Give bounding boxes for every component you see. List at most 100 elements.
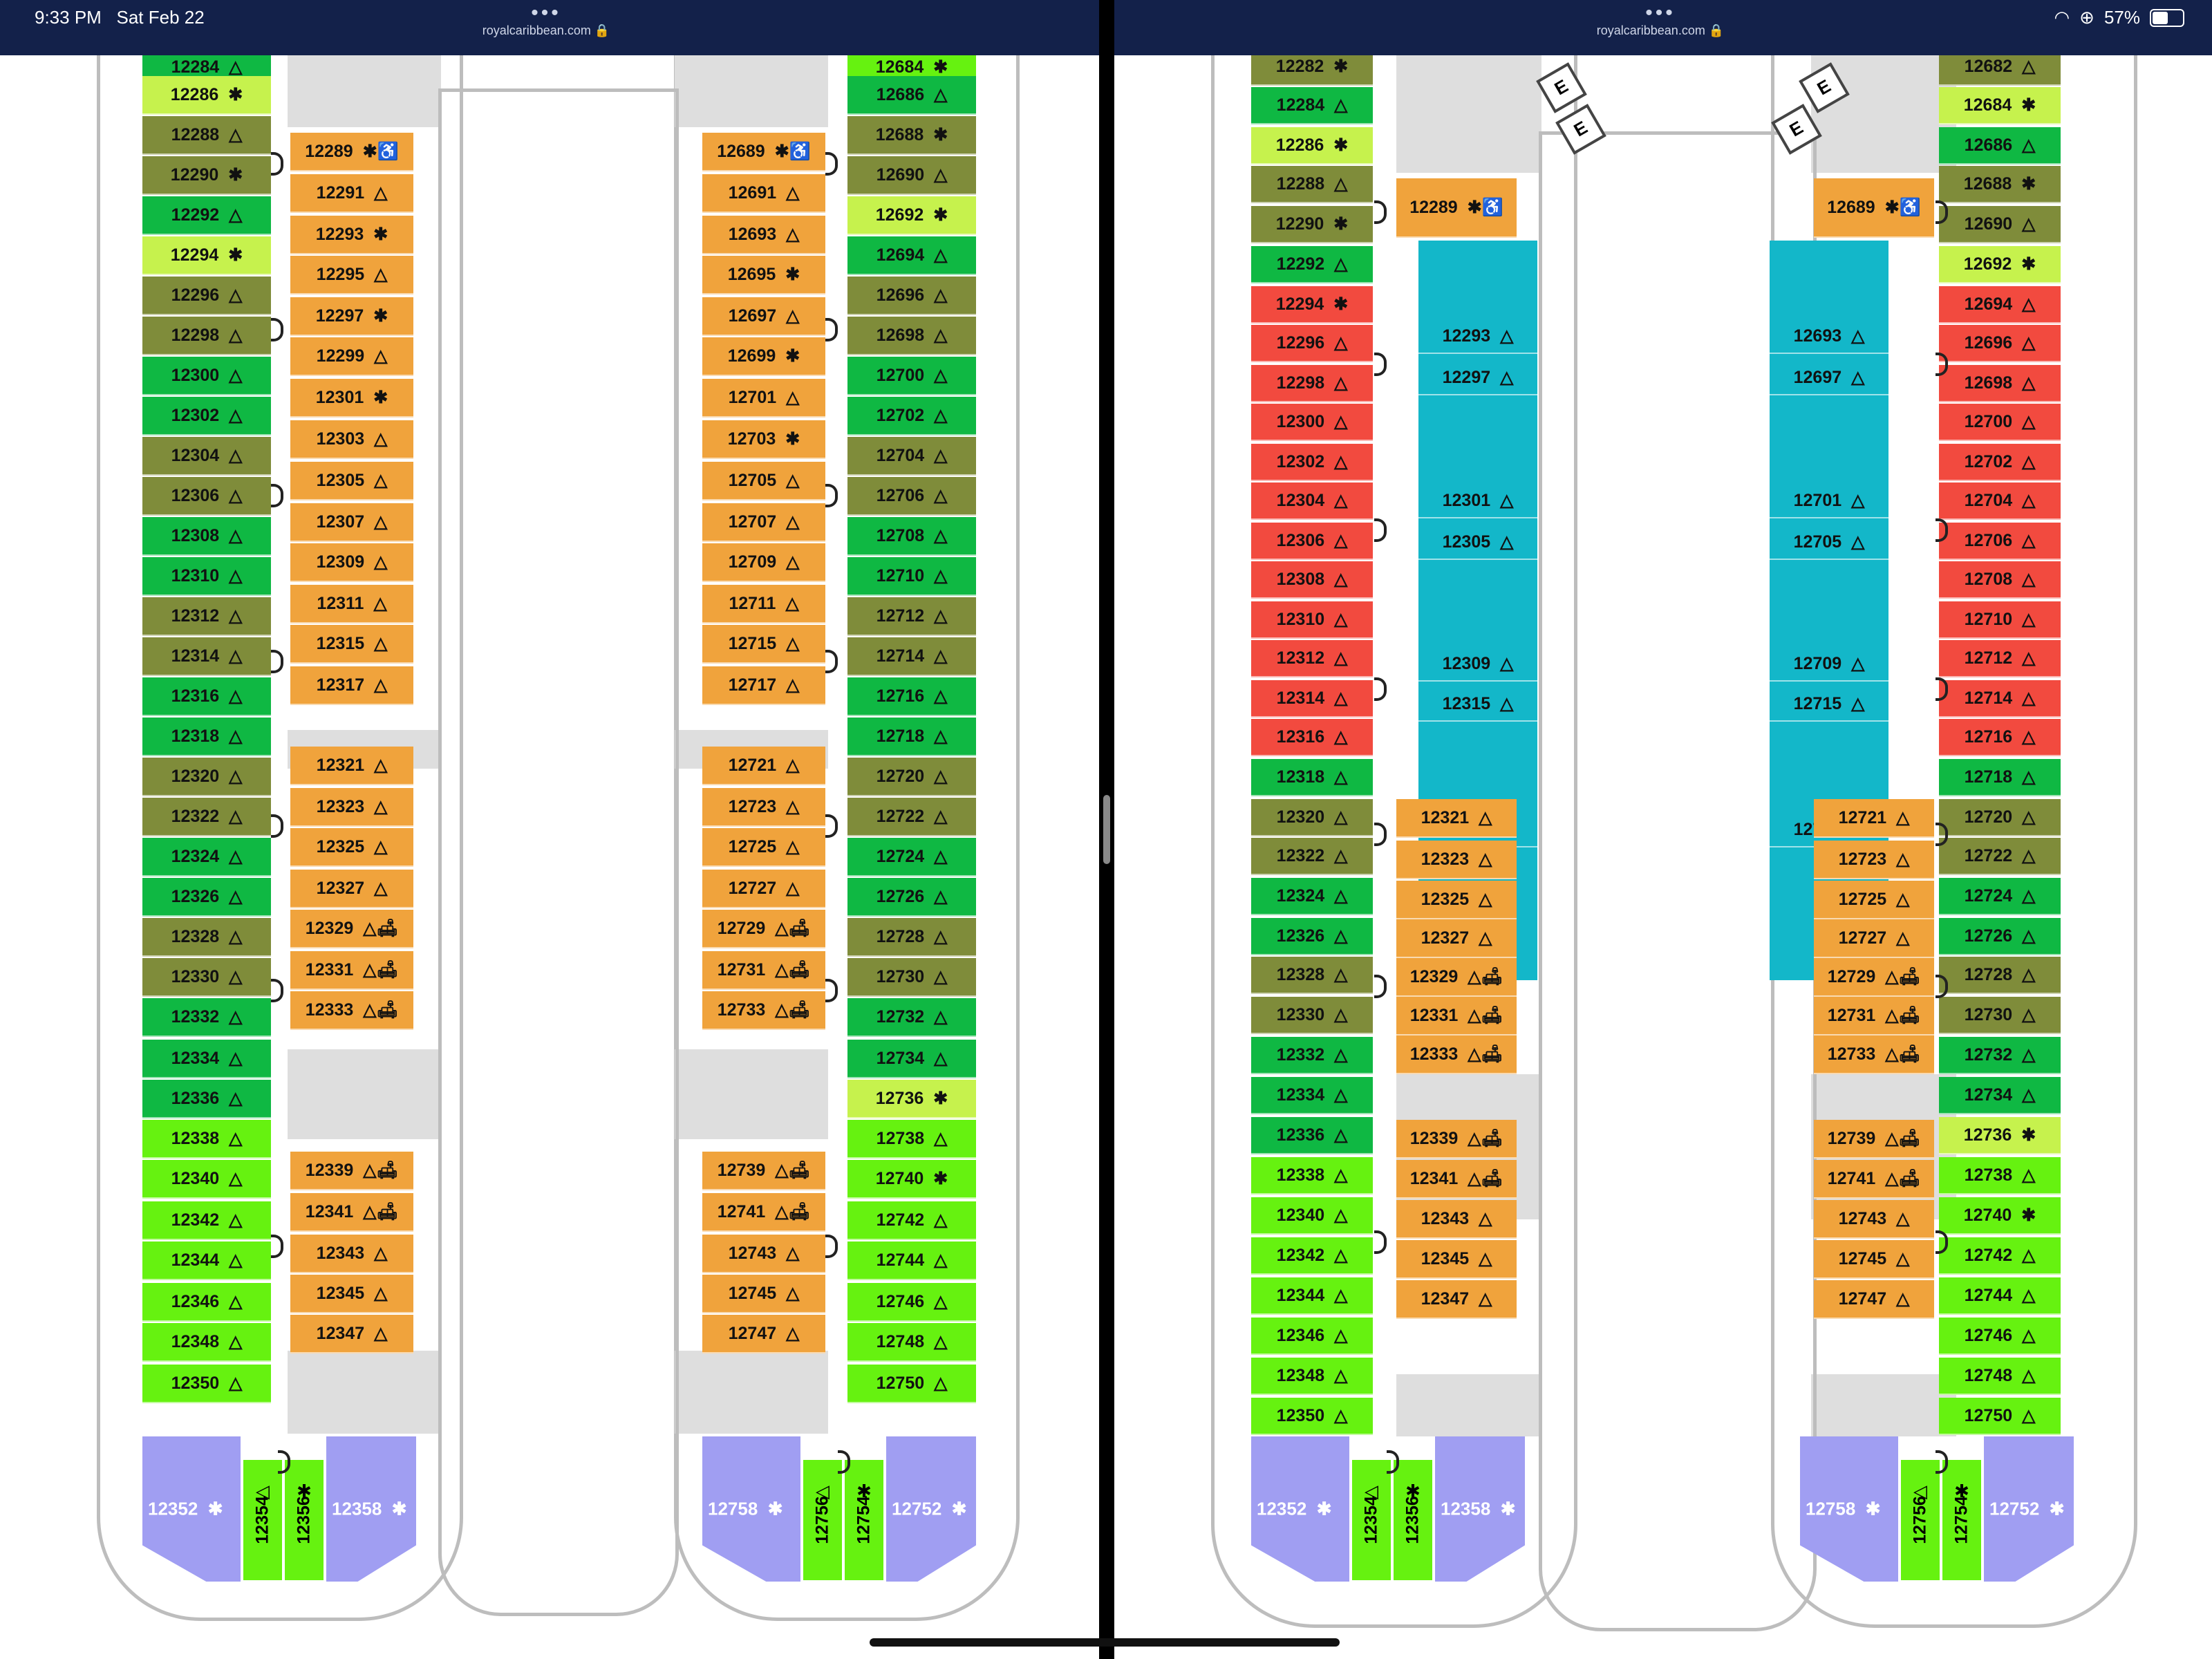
stateroom-12297[interactable]: 12297 ✱ bbox=[290, 297, 413, 336]
stateroom-12740[interactable]: 12740 ✱ bbox=[847, 1160, 976, 1199]
stateroom-12340[interactable]: 12340 △ bbox=[1251, 1197, 1373, 1235]
stateroom-12344[interactable]: 12344 △ bbox=[1251, 1277, 1373, 1315]
stateroom-12705[interactable]: 12705 △ bbox=[702, 462, 825, 500]
stateroom-12334[interactable]: 12334 △ bbox=[142, 1040, 271, 1078]
stateroom-12346[interactable]: 12346 △ bbox=[142, 1283, 271, 1322]
stateroom-12726[interactable]: 12726 △ bbox=[847, 878, 976, 917]
stateroom-12734[interactable]: 12734 △ bbox=[1939, 1077, 2061, 1114]
stateroom-12748[interactable]: 12748 △ bbox=[1939, 1358, 2061, 1395]
stateroom-12341[interactable]: 12341 △🛋 bbox=[1396, 1160, 1517, 1199]
stateroom-12697[interactable]: 12697 △ bbox=[1770, 361, 1888, 395]
stateroom-12700[interactable]: 12700 △ bbox=[1939, 404, 2061, 441]
stateroom-12714[interactable]: 12714 △ bbox=[847, 637, 976, 676]
stateroom-12750[interactable]: 12750 △ bbox=[1939, 1398, 2061, 1435]
stateroom-12715[interactable]: 12715 △ bbox=[702, 625, 825, 664]
stateroom-12692[interactable]: 12692 ✱ bbox=[847, 196, 976, 235]
stateroom-12312[interactable]: 12312 △ bbox=[1251, 640, 1373, 677]
stateroom-12316[interactable]: 12316 △ bbox=[1251, 719, 1373, 756]
stateroom-12318[interactable]: 12318 △ bbox=[142, 718, 271, 756]
stateroom-12725[interactable]: 12725 △ bbox=[1814, 881, 1934, 919]
stateroom-12305[interactable]: 12305 △ bbox=[1418, 525, 1537, 560]
stateroom-12742[interactable]: 12742 △ bbox=[1939, 1237, 2061, 1275]
stateroom-12689[interactable]: 12689 ✱♿ bbox=[1814, 178, 1934, 238]
stateroom-12738[interactable]: 12738 △ bbox=[847, 1120, 976, 1159]
stateroom-12742[interactable]: 12742 △ bbox=[847, 1201, 976, 1240]
stateroom-12702[interactable]: 12702 △ bbox=[1939, 444, 2061, 481]
stateroom-12726[interactable]: 12726 △ bbox=[1939, 918, 2061, 955]
suite-12754[interactable]: ✱ 12754 bbox=[1941, 1459, 1983, 1582]
stateroom-12699[interactable]: 12699 ✱ bbox=[702, 337, 825, 376]
stateroom-12332[interactable]: 12332 △ bbox=[142, 998, 271, 1037]
stateroom-12709[interactable]: 12709 △ bbox=[702, 543, 825, 582]
stateroom-12688[interactable]: 12688 ✱ bbox=[847, 116, 976, 155]
stateroom-12708[interactable]: 12708 △ bbox=[847, 517, 976, 556]
stateroom-12740[interactable]: 12740 ✱ bbox=[1939, 1197, 2061, 1235]
stateroom-12722[interactable]: 12722 △ bbox=[1939, 838, 2061, 875]
stateroom-12316[interactable]: 12316 △ bbox=[142, 677, 271, 716]
stateroom-12284[interactable]: 12284 △ bbox=[1251, 87, 1373, 124]
stateroom-12728[interactable]: 12728 △ bbox=[1939, 957, 2061, 994]
stateroom-12708[interactable]: 12708 △ bbox=[1939, 561, 2061, 599]
stateroom-12290[interactable]: 12290 ✱ bbox=[1251, 206, 1373, 243]
stateroom-12299[interactable]: 12299 △ bbox=[290, 337, 413, 376]
stateroom-12347[interactable]: 12347 △ bbox=[290, 1315, 413, 1353]
stateroom-12743[interactable]: 12743 △ bbox=[1814, 1200, 1934, 1239]
stateroom-12346[interactable]: 12346 △ bbox=[1251, 1318, 1373, 1355]
stateroom-12717[interactable]: 12717 △ bbox=[702, 666, 825, 705]
stateroom-12688[interactable]: 12688 ✱ bbox=[1939, 166, 2061, 203]
stateroom-12324[interactable]: 12324 △ bbox=[1251, 878, 1373, 915]
url-bar-left[interactable]: ••• royalcaribbean.com 🔒 bbox=[0, 0, 1092, 55]
stateroom-12301[interactable]: 12301 △ bbox=[1418, 484, 1537, 518]
stateroom-12311[interactable]: 12311 △ bbox=[290, 585, 413, 624]
url-bar-right[interactable]: ••• royalcaribbean.com 🔒 bbox=[1114, 0, 2206, 55]
stateroom-12712[interactable]: 12712 △ bbox=[1939, 640, 2061, 677]
stateroom-12727[interactable]: 12727 △ bbox=[702, 870, 825, 908]
stateroom-12734[interactable]: 12734 △ bbox=[847, 1040, 976, 1078]
stateroom-12720[interactable]: 12720 △ bbox=[1939, 799, 2061, 836]
stateroom-12691[interactable]: 12691 △ bbox=[702, 174, 825, 213]
stateroom-12298[interactable]: 12298 △ bbox=[1251, 365, 1373, 402]
stateroom-12307[interactable]: 12307 △ bbox=[290, 503, 413, 542]
stateroom-12709[interactable]: 12709 △ bbox=[1770, 647, 1888, 682]
stateroom-12739[interactable]: 12739 △🛋 bbox=[702, 1152, 825, 1190]
stateroom-12744[interactable]: 12744 △ bbox=[847, 1241, 976, 1280]
stateroom-12329[interactable]: 12329 △🛋 bbox=[1396, 958, 1517, 997]
stateroom-12693[interactable]: 12693 △ bbox=[1770, 319, 1888, 354]
stateroom-12309[interactable]: 12309 △ bbox=[1418, 647, 1537, 682]
stateroom-12745[interactable]: 12745 △ bbox=[702, 1275, 825, 1313]
stateroom-12724[interactable]: 12724 △ bbox=[847, 838, 976, 877]
stateroom-12292[interactable]: 12292 △ bbox=[142, 196, 271, 235]
stateroom-12704[interactable]: 12704 △ bbox=[847, 437, 976, 476]
stateroom-12306[interactable]: 12306 △ bbox=[1251, 523, 1373, 560]
stateroom-12702[interactable]: 12702 △ bbox=[847, 397, 976, 435]
stateroom-12710[interactable]: 12710 △ bbox=[1939, 601, 2061, 639]
stateroom-12296[interactable]: 12296 △ bbox=[1251, 325, 1373, 362]
stateroom-12690[interactable]: 12690 △ bbox=[847, 156, 976, 195]
stateroom-12338[interactable]: 12338 △ bbox=[142, 1120, 271, 1159]
stateroom-12730[interactable]: 12730 △ bbox=[847, 958, 976, 997]
stateroom-12300[interactable]: 12300 △ bbox=[1251, 404, 1373, 441]
stateroom-12297[interactable]: 12297 △ bbox=[1418, 361, 1537, 395]
stateroom-12308[interactable]: 12308 △ bbox=[1251, 561, 1373, 599]
stateroom-12342[interactable]: 12342 △ bbox=[1251, 1237, 1373, 1275]
stateroom-12705[interactable]: 12705 △ bbox=[1770, 525, 1888, 560]
stateroom-12324[interactable]: 12324 △ bbox=[142, 838, 271, 877]
stateroom-12692[interactable]: 12692 ✱ bbox=[1939, 246, 2061, 283]
suite-12754[interactable]: ✱ 12754 bbox=[843, 1459, 885, 1582]
suite-12756[interactable]: ◁ 12756 bbox=[802, 1459, 843, 1582]
stateroom-12315[interactable]: 12315 △ bbox=[1418, 687, 1537, 722]
stateroom-12345[interactable]: 12345 △ bbox=[1396, 1240, 1517, 1279]
stateroom-12333[interactable]: 12333 △🛋 bbox=[290, 991, 413, 1030]
stateroom-12743[interactable]: 12743 △ bbox=[702, 1235, 825, 1273]
stateroom-12725[interactable]: 12725 △ bbox=[702, 828, 825, 867]
stateroom-12704[interactable]: 12704 △ bbox=[1939, 482, 2061, 520]
stateroom-12301[interactable]: 12301 ✱ bbox=[290, 379, 413, 418]
stateroom-12750[interactable]: 12750 △ bbox=[847, 1365, 976, 1403]
stateroom-12308[interactable]: 12308 △ bbox=[142, 517, 271, 556]
stateroom-12325[interactable]: 12325 △ bbox=[1396, 881, 1517, 919]
stateroom-12711[interactable]: 12711 △ bbox=[702, 585, 825, 624]
stateroom-12736[interactable]: 12736 ✱ bbox=[1939, 1117, 2061, 1154]
stateroom-12328[interactable]: 12328 △ bbox=[1251, 957, 1373, 994]
stateroom-12722[interactable]: 12722 △ bbox=[847, 798, 976, 836]
stateroom-12744[interactable]: 12744 △ bbox=[1939, 1277, 2061, 1315]
